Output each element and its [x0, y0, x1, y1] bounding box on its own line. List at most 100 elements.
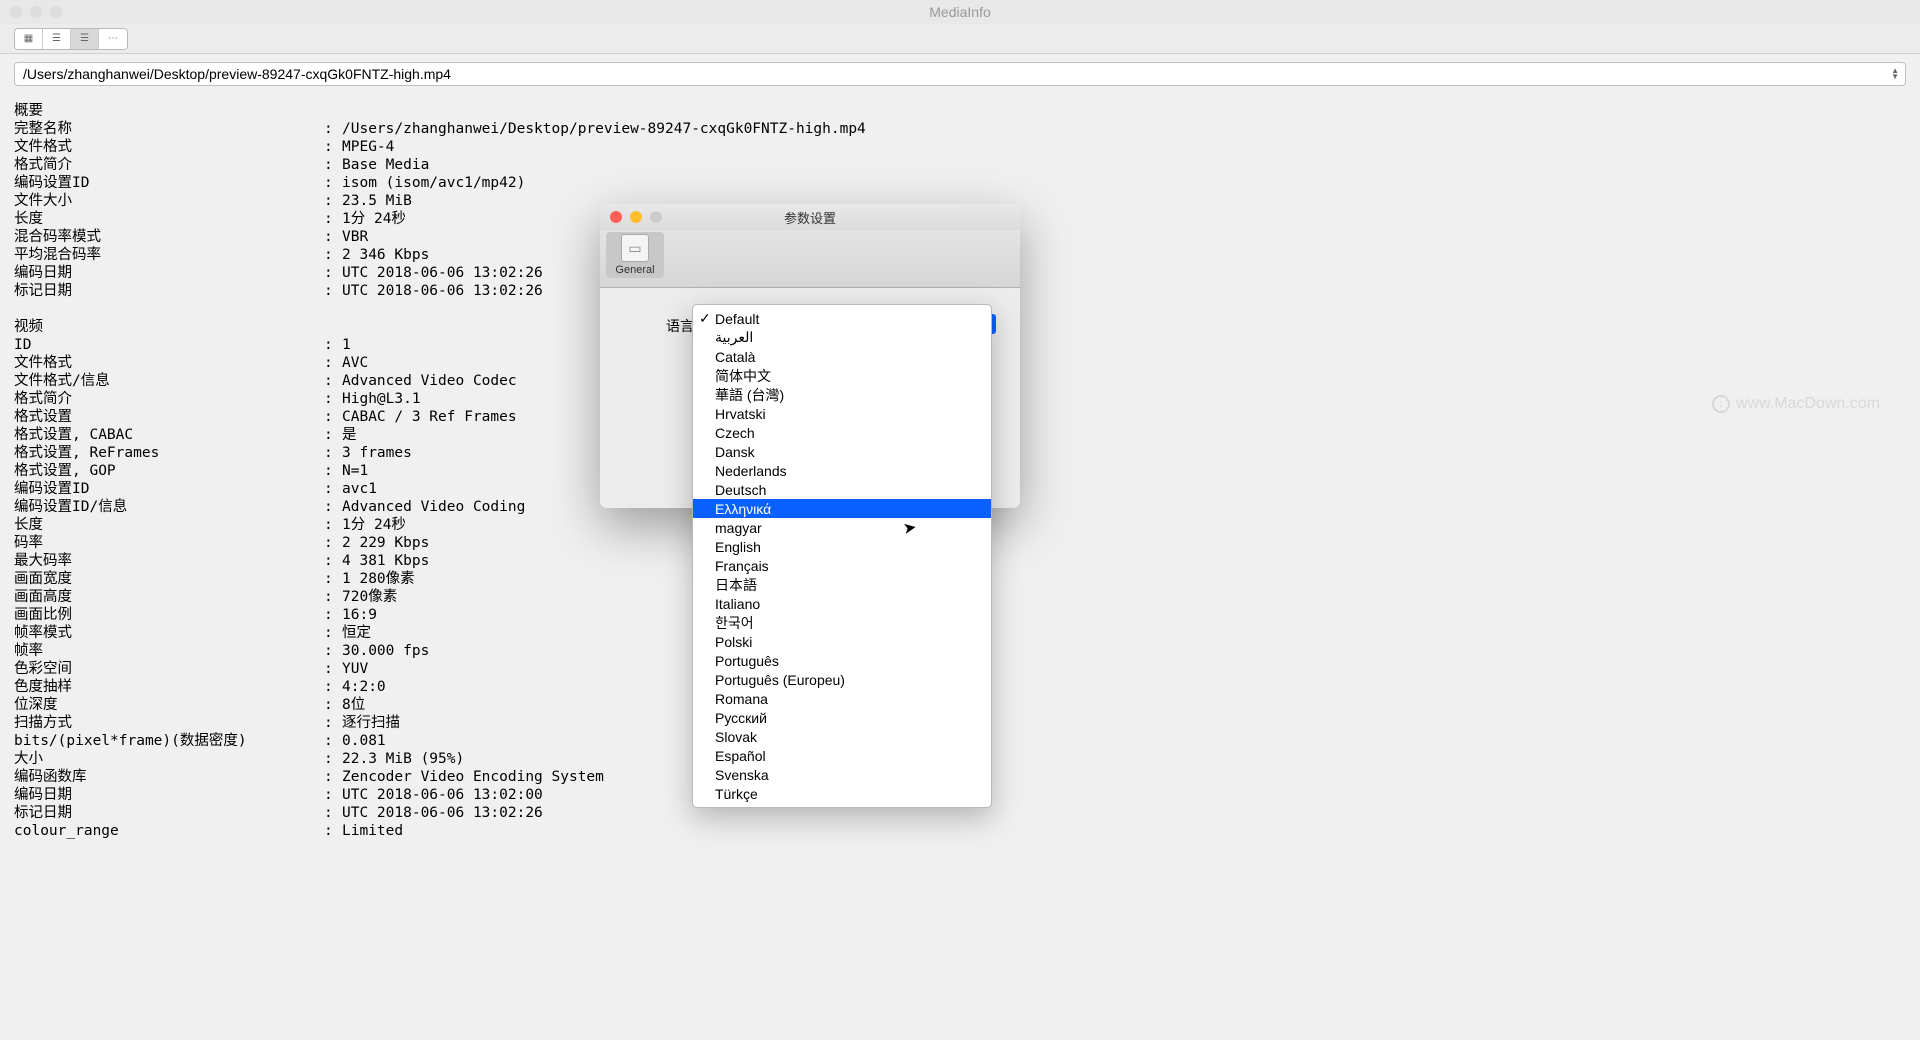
info-value: 30.000 fps: [342, 642, 1906, 660]
info-sep: :: [324, 354, 342, 372]
info-value: 恒定: [342, 624, 1906, 642]
language-menu-item[interactable]: English: [693, 537, 991, 556]
info-value: N=1: [342, 462, 1906, 480]
language-menu-item[interactable]: Español: [693, 746, 991, 765]
info-sep: :: [324, 264, 342, 282]
view-mode-segment[interactable]: ▦ ☰ ☰ ⋯: [14, 28, 128, 50]
info-label: 帧率: [14, 642, 324, 660]
info-label: 格式简介: [14, 156, 324, 174]
info-value: UTC 2018-06-06 13:02:26: [342, 804, 1906, 822]
info-label: 标记日期: [14, 282, 324, 300]
info-sep: :: [324, 822, 342, 840]
info-sep: :: [324, 282, 342, 300]
info-sep: :: [324, 516, 342, 534]
info-value: 3 frames: [342, 444, 1906, 462]
watermark-icon: ↓: [1712, 395, 1730, 413]
info-label: 编码设置ID: [14, 480, 324, 498]
main-titlebar: MediaInfo: [0, 0, 1920, 24]
language-menu-item[interactable]: 简体中文: [693, 366, 991, 385]
info-label: 编码函数库: [14, 768, 324, 786]
zoom-button[interactable]: [50, 6, 62, 18]
language-menu-item[interactable]: Türkçe: [693, 784, 991, 803]
info-sep: :: [324, 750, 342, 768]
language-menu-item[interactable]: Português (Europeu): [693, 670, 991, 689]
language-menu-item[interactable]: Dansk: [693, 442, 991, 461]
info-sep: :: [324, 372, 342, 390]
info-value: /Users/zhanghanwei/Desktop/preview-89247…: [342, 120, 1906, 138]
info-sep: :: [324, 498, 342, 516]
view-icon-mode[interactable]: ▦: [15, 29, 43, 49]
language-menu[interactable]: DefaultالعربيةCatalà简体中文華語 (台灣)HrvatskiC…: [692, 304, 992, 808]
info-sep: :: [324, 714, 342, 732]
info-label: 平均混合码率: [14, 246, 324, 264]
language-menu-item[interactable]: Català: [693, 347, 991, 366]
language-menu-item[interactable]: Default: [693, 309, 991, 328]
info-label: 完整名称: [14, 120, 324, 138]
language-menu-item[interactable]: Français: [693, 556, 991, 575]
language-menu-item[interactable]: Svenska: [693, 765, 991, 784]
info-value: 1分 24秒: [342, 210, 1906, 228]
info-value: 2 346 Kbps: [342, 246, 1906, 264]
view-list-mode[interactable]: ☰: [43, 29, 71, 49]
info-label: 画面比例: [14, 606, 324, 624]
info-label: 色彩空间: [14, 660, 324, 678]
info-row: 格式简介: Base Media: [14, 156, 1906, 174]
info-label: bits/(pixel*frame)(数据密度): [14, 732, 324, 750]
info-value: 是: [342, 426, 1906, 444]
info-sep: :: [324, 696, 342, 714]
language-menu-item[interactable]: Romana: [693, 689, 991, 708]
language-menu-item[interactable]: Русский: [693, 708, 991, 727]
language-menu-item[interactable]: Nederlands: [693, 461, 991, 480]
language-menu-item[interactable]: Italiano: [693, 594, 991, 613]
path-stepper-icon[interactable]: ▲▼: [1891, 68, 1899, 80]
view-toolbar: ▦ ☰ ☰ ⋯: [0, 24, 1920, 54]
close-button[interactable]: [10, 6, 22, 18]
language-menu-item[interactable]: 華語 (台灣): [693, 385, 991, 404]
info-value: 4 381 Kbps: [342, 552, 1906, 570]
language-menu-item[interactable]: magyar: [693, 518, 991, 537]
info-value: Limited: [342, 822, 1906, 840]
info-label: 长度: [14, 516, 324, 534]
info-value: isom (isom/avc1/mp42): [342, 174, 1906, 192]
language-menu-item[interactable]: Ελληνικά: [693, 499, 991, 518]
info-value: 4:2:0: [342, 678, 1906, 696]
language-menu-item[interactable]: العربية: [693, 328, 991, 347]
language-menu-item[interactable]: 한국어: [693, 613, 991, 632]
info-value: UTC 2018-06-06 13:02:00: [342, 786, 1906, 804]
language-menu-item[interactable]: Polski: [693, 632, 991, 651]
info-sep: :: [324, 642, 342, 660]
info-sep: :: [324, 408, 342, 426]
language-menu-item[interactable]: Hrvatski: [693, 404, 991, 423]
info-label: 长度: [14, 210, 324, 228]
language-menu-item[interactable]: Czech: [693, 423, 991, 442]
prefs-minimize-button[interactable]: [630, 211, 642, 223]
info-value: 逐行扫描: [342, 714, 1906, 732]
prefs-close-button[interactable]: [610, 211, 622, 223]
file-path-field[interactable]: /Users/zhanghanwei/Desktop/preview-89247…: [14, 62, 1906, 86]
info-value: AVC: [342, 354, 1906, 372]
minimize-button[interactable]: [30, 6, 42, 18]
info-value: 720像素: [342, 588, 1906, 606]
info-label: colour_range: [14, 822, 324, 840]
language-menu-item[interactable]: Deutsch: [693, 480, 991, 499]
info-label: 编码日期: [14, 786, 324, 804]
prefs-tab-general[interactable]: ▭ General: [606, 232, 664, 278]
info-value: UTC 2018-06-06 13:02:26: [342, 282, 1906, 300]
info-label: 文件大小: [14, 192, 324, 210]
info-row: colour_range: Limited: [14, 822, 1906, 840]
info-row: 完整名称: /Users/zhanghanwei/Desktop/preview…: [14, 120, 1906, 138]
language-menu-item[interactable]: Slovak: [693, 727, 991, 746]
info-label: 大小: [14, 750, 324, 768]
language-menu-item[interactable]: 日本語: [693, 575, 991, 594]
prefs-zoom-button[interactable]: [650, 211, 662, 223]
info-label: 格式简介: [14, 390, 324, 408]
info-value: 23.5 MiB: [342, 192, 1906, 210]
info-value: UTC 2018-06-06 13:02:26: [342, 264, 1906, 282]
info-value: VBR: [342, 228, 1906, 246]
info-value: YUV: [342, 660, 1906, 678]
view-column-mode[interactable]: ☰: [71, 29, 99, 49]
info-label: 文件格式/信息: [14, 372, 324, 390]
view-more-mode[interactable]: ⋯: [99, 29, 127, 49]
language-menu-item[interactable]: Português: [693, 651, 991, 670]
info-label: 最大码率: [14, 552, 324, 570]
